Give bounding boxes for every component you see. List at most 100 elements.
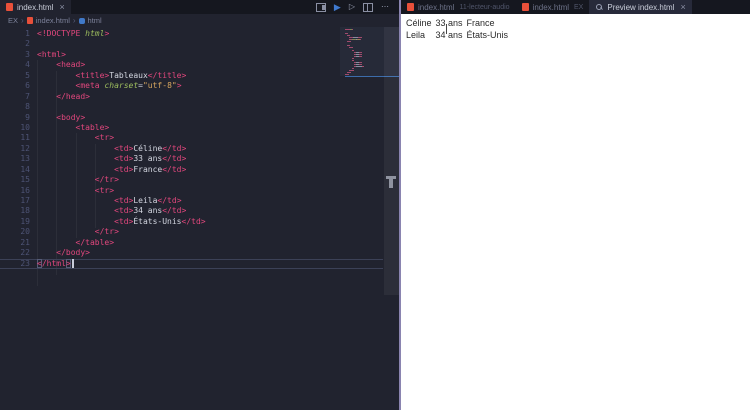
split-editor-glyph — [363, 2, 373, 12]
line-number: 4 — [25, 60, 30, 70]
tab-index-html-ex[interactable]: index.html EX — [516, 0, 590, 14]
line-number: 7 — [25, 91, 30, 101]
tab-detail: 11-lecteur-audio — [459, 3, 510, 11]
minimap[interactable] — [345, 29, 383, 89]
scrollbar-thumb[interactable] — [384, 27, 399, 295]
minimap-mark — [351, 57, 355, 59]
preview-table: Céline 33 ans France Leila 34 ans États-… — [403, 16, 511, 42]
html-file-icon — [26, 17, 33, 24]
code-line[interactable]: 17 <td>Leila</td> — [0, 196, 383, 206]
split-editor-icon[interactable] — [363, 2, 373, 12]
code-token: </head> — [56, 91, 90, 101]
tab-preview-index-html[interactable]: Preview index.html × — [589, 0, 692, 14]
tab-detail: EX — [574, 3, 584, 11]
code-token: <title> — [75, 70, 110, 80]
line-number: 5 — [25, 70, 30, 80]
code-token: <td> — [114, 196, 134, 205]
code-line[interactable]: 21 </table> — [0, 238, 383, 248]
code-token: 34 ans — [133, 206, 163, 216]
breadcrumb-separator: › — [72, 16, 76, 25]
breadcrumb-folder[interactable]: EX — [8, 16, 18, 25]
close-icon[interactable]: × — [59, 2, 64, 12]
code-token: <head> — [56, 60, 86, 70]
code-line[interactable]: 19 <td>États-Unis</td> — [0, 217, 383, 227]
code-line[interactable]: 22 </body> — [0, 248, 383, 258]
editor-scrollbar[interactable] — [384, 27, 399, 410]
minimap-mark — [351, 67, 355, 69]
code-token: Tableaux — [109, 70, 148, 80]
code-token: /html — [41, 258, 66, 268]
line-number: 20 — [20, 227, 30, 237]
code-line[interactable]: 11 <tr> — [0, 133, 383, 143]
table-cell: Céline — [406, 18, 432, 28]
code-line[interactable]: 13 <td>33 ans</td> — [0, 154, 383, 164]
line-number: 21 — [20, 237, 30, 247]
code-token: Céline — [133, 143, 163, 153]
code-line[interactable]: 20 </tr> — [0, 227, 383, 237]
code-line[interactable]: 4 <head> — [0, 60, 383, 70]
close-icon[interactable]: × — [681, 2, 686, 12]
code-token: </tr> — [94, 227, 119, 237]
code-line[interactable]: 23 </html> — [0, 258, 383, 269]
code-token: </td> — [162, 206, 187, 216]
minimap-mark — [359, 55, 363, 57]
table-cell: Leila — [406, 30, 426, 40]
table-row: Céline 33 ans France — [405, 18, 509, 28]
line-number: 16 — [20, 185, 30, 195]
code-line[interactable]: 9 <body> — [0, 113, 383, 123]
code-token: <table> — [75, 122, 110, 132]
code-line[interactable]: 15 </tr> — [0, 175, 383, 185]
line-number: 23 — [20, 258, 30, 268]
code-line[interactable]: 1 <!DOCTYPE html> — [0, 29, 383, 39]
right-editor-group: index.html 11-lecteur-audio index.html E… — [401, 0, 750, 410]
breadcrumb-file[interactable]: index.html — [36, 16, 70, 25]
code-line[interactable]: 18 <td>34 ans</td> — [0, 206, 383, 216]
code-token: <td> — [114, 206, 134, 216]
code-token: </td> — [162, 143, 187, 153]
tab-label: index.html — [17, 2, 54, 12]
tab-index-html-lecteur-audio[interactable]: index.html 11-lecteur-audio — [401, 0, 516, 14]
line-number: 11 — [20, 133, 30, 143]
code-token: Leila — [133, 196, 158, 205]
left-editor-group: index.html × ▶ ▷ ⋯ EX › index.html › htm… — [0, 0, 399, 410]
code-line[interactable]: 6 <meta charset="utf-8"> — [0, 81, 383, 91]
code-line[interactable]: 2 — [0, 39, 383, 49]
code-editor[interactable]: 1 <!DOCTYPE html> 2 3 <html> 4 <head> 5 <title… — [0, 27, 383, 410]
code-line[interactable]: 12 <td>Céline</td> — [0, 144, 383, 154]
drag-handle-icon[interactable] — [386, 176, 396, 188]
line-number: 22 — [20, 248, 30, 258]
code-line[interactable]: 14 <td>France</td> — [0, 165, 383, 175]
tab-label: index.html — [418, 2, 455, 12]
run-code-icon[interactable]: ▷ — [349, 1, 355, 13]
code-line[interactable]: 5 <title>Tableaux</title> — [0, 71, 383, 81]
code-line[interactable]: 8 — [0, 102, 383, 112]
line-number: 6 — [25, 81, 30, 91]
run-file-icon[interactable]: ▶ — [334, 1, 341, 13]
more-actions-icon[interactable]: ⋯ — [381, 1, 389, 13]
line-number: 15 — [20, 175, 30, 185]
code-line[interactable]: 7 </head> — [0, 92, 383, 102]
open-changes-icon[interactable] — [315, 2, 326, 12]
minimap-mark — [347, 45, 351, 47]
code-line[interactable]: 10 <table> — [0, 123, 383, 133]
code-line[interactable]: 16 <tr> — [0, 186, 383, 196]
minimap-mark — [347, 41, 352, 43]
line-number: 17 — [20, 196, 30, 205]
breadcrumb-symbol[interactable]: html — [88, 16, 102, 25]
text-cursor-ibeam — [446, 24, 447, 34]
code-token: <html> — [37, 49, 66, 59]
tab-index-html[interactable]: index.html × — [0, 0, 71, 14]
minimap-mark — [357, 37, 363, 39]
minimap-mark — [349, 70, 354, 71]
code-line[interactable]: 3 <html> — [0, 50, 383, 60]
minimap-mark — [352, 29, 353, 30]
breadcrumb: EX › index.html › html — [0, 14, 399, 27]
